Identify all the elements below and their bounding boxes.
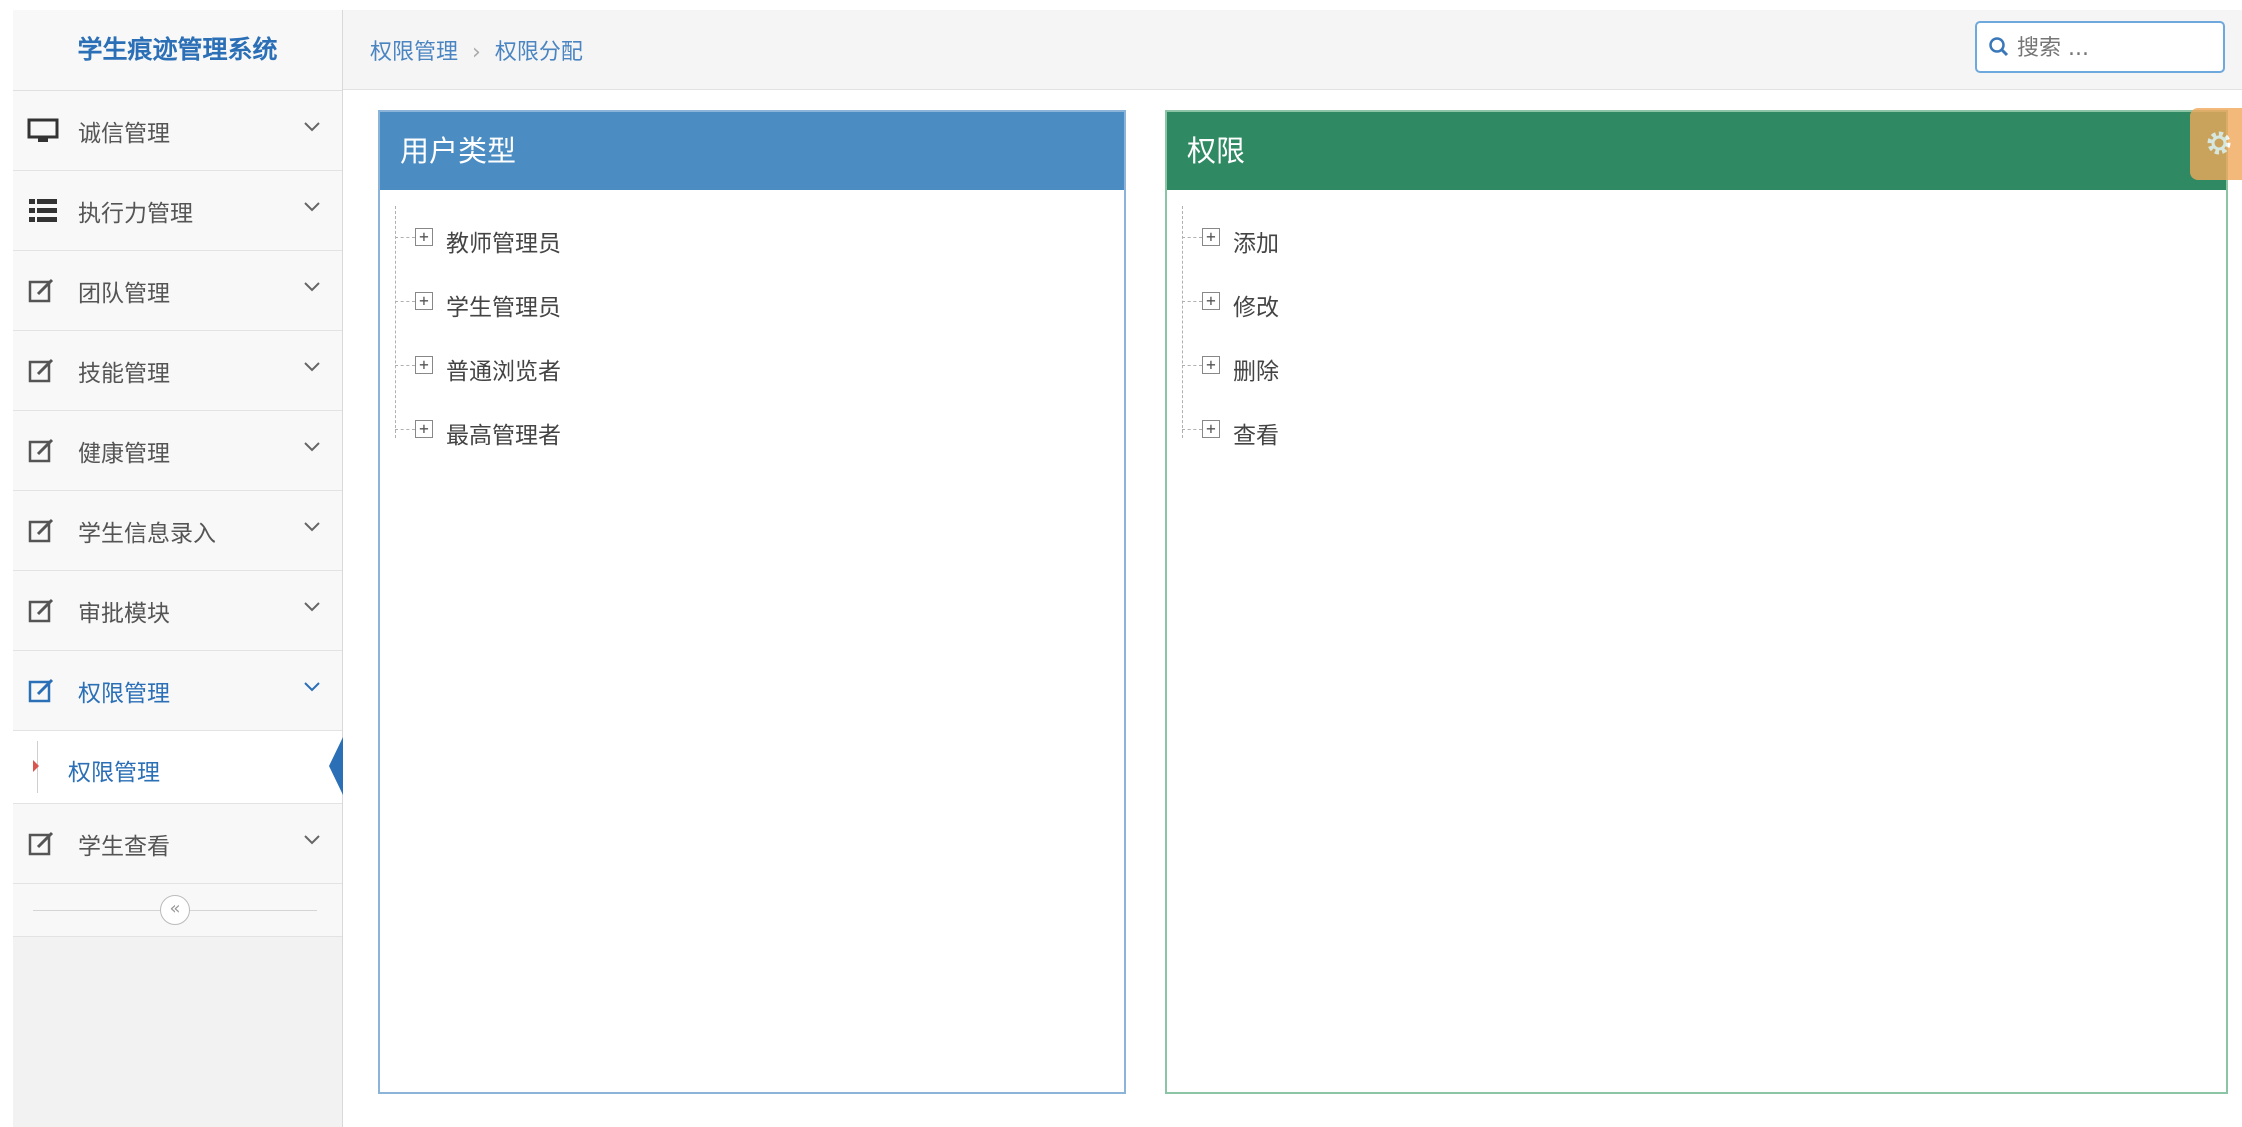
expand-icon[interactable]: + [1202,292,1220,310]
active-pointer-icon [329,737,343,795]
expand-icon[interactable]: + [1202,356,1220,374]
monitor-icon [27,118,59,142]
tree-line [395,365,415,366]
edit-icon [28,831,54,856]
sidebar-item-label: 技能管理 [78,360,170,387]
tree-node[interactable]: + 查看 [1167,398,2226,462]
tree-line [395,301,415,302]
tree-node[interactable]: + 最高管理者 [380,398,1124,462]
breadcrumb: 权限管理 › 权限分配 [370,34,583,66]
tree-node-label: 添加 [1233,231,1279,257]
panel-title: 权限 [1167,112,2226,190]
tree-line [1182,301,1202,302]
sidebar-item-label: 学生查看 [78,833,170,860]
sidebar-item-label: 诚信管理 [78,120,170,147]
settings-tab[interactable] [2190,108,2242,180]
app-title: 学生痕迹管理系统 [13,10,342,91]
chevron-down-icon [304,602,320,612]
sidebar-subitem-permissions[interactable]: 权限管理 [13,731,343,804]
sidebar-item-label: 学生信息录入 [78,520,216,547]
sidebar-item-label: 执行力管理 [78,200,193,227]
tree-node-label: 教师管理员 [446,231,561,257]
edit-icon [28,598,54,623]
breadcrumb-link[interactable]: 权限管理 [370,40,458,65]
tree-node-label: 最高管理者 [446,423,561,449]
expand-icon[interactable]: + [1202,420,1220,438]
sidebar-item-execution[interactable]: 执行力管理 [13,171,342,251]
expand-icon[interactable]: + [415,228,433,246]
sidebar-item-label: 健康管理 [78,440,170,467]
tree-node-label: 学生管理员 [446,295,561,321]
sidebar-item-label: 团队管理 [78,280,170,307]
search-icon [1989,37,2009,57]
expand-icon[interactable]: + [415,356,433,374]
sidebar-subitem-label: 权限管理 [68,760,160,786]
edit-icon [28,278,54,303]
list-icon [29,199,57,222]
tree-line [1182,429,1202,430]
user-type-tree: + 教师管理员 + 学生管理员 + 普通浏览者 + 最高管理者 [380,190,1124,462]
chevron-down-icon [304,282,320,292]
tree-node-label: 查看 [1233,423,1279,449]
tree-node[interactable]: + 教师管理员 [380,206,1124,270]
tree-line [395,429,415,430]
tree-node[interactable]: + 删除 [1167,334,2226,398]
tree-line [395,237,415,238]
sidebar-item-student-view[interactable]: 学生查看 [13,804,342,884]
sidebar-item-approval[interactable]: 审批模块 [13,571,342,651]
user-type-panel: 用户类型 + 教师管理员 + 学生管理员 + 普通浏览者 + 最高管理者 [378,110,1126,1094]
tree-node-label: 普通浏览者 [446,359,561,385]
edit-icon [28,518,54,543]
top-bar: 权限管理 › 权限分配 [343,10,2242,90]
permission-tree: + 添加 + 修改 + 删除 + 查看 [1167,190,2226,462]
sidebar-item-skills[interactable]: 技能管理 [13,331,342,411]
breadcrumb-current: 权限分配 [494,40,583,65]
sidebar-item-label: 权限管理 [78,680,170,707]
sidebar-item-team[interactable]: 团队管理 [13,251,342,331]
tree-node-label: 修改 [1233,295,1279,321]
expand-icon[interactable]: + [1202,228,1220,246]
expand-icon[interactable]: + [415,292,433,310]
chevron-down-icon [304,835,320,845]
edit-icon [28,438,54,463]
sidebar-collapse-button[interactable]: « [160,895,190,925]
chevron-down-icon [304,122,320,132]
tree-node[interactable]: + 修改 [1167,270,2226,334]
permission-panel: 权限 + 添加 + 修改 + 删除 + 查看 [1165,110,2228,1094]
tree-line [1182,365,1202,366]
tree-node[interactable]: + 添加 [1167,206,2226,270]
chevron-down-icon [304,682,320,692]
sidebar: 学生痕迹管理系统 诚信管理 执行力管理 团队管理 技能管理 健康管理 学生信息录… [13,10,343,1127]
sidebar-item-label: 审批模块 [78,600,170,627]
sidebar-item-student-entry[interactable]: 学生信息录入 [13,491,342,571]
chevron-down-icon [304,522,320,532]
sidebar-item-health[interactable]: 健康管理 [13,411,342,491]
tree-node-label: 删除 [1233,359,1279,385]
panel-title: 用户类型 [380,112,1124,190]
sidebar-item-integrity[interactable]: 诚信管理 [13,91,342,171]
search-box[interactable] [1975,21,2225,73]
search-input[interactable] [2015,29,2219,67]
tree-node[interactable]: + 学生管理员 [380,270,1124,334]
expand-icon[interactable]: + [415,420,433,438]
tree-node[interactable]: + 普通浏览者 [380,334,1124,398]
sidebar-item-permissions[interactable]: 权限管理 [13,651,342,731]
tree-line [1182,237,1202,238]
caret-right-icon [33,760,39,772]
breadcrumb-separator: › [472,40,481,65]
edit-icon [28,678,54,703]
edit-icon [28,358,54,383]
chevron-down-icon [304,362,320,372]
gear-icon [2207,131,2231,155]
chevron-down-icon [304,442,320,452]
chevron-down-icon [304,202,320,212]
sidebar-collapse-bar: « [13,884,342,937]
